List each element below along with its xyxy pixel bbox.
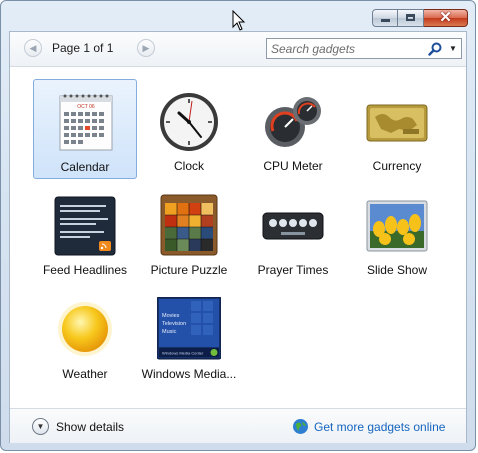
gadget-label: Prayer Times (257, 263, 329, 277)
clock-icon (160, 93, 218, 151)
calendar-icon: OCT 06 (59, 94, 113, 151)
globe-icon[interactable] (292, 418, 309, 435)
maximize-button[interactable] (398, 9, 424, 27)
maximize-icon (406, 14, 415, 21)
gadget-gallery-window: ✕ ◀ Page 1 of 1 ▶ ▼ (0, 0, 476, 451)
search-icon[interactable] (427, 41, 443, 57)
picture-puzzle-icon (160, 194, 218, 256)
get-more-gadgets-link[interactable]: Get more gadgets online (314, 420, 445, 434)
minimize-icon (381, 19, 390, 22)
gadget-windows-media[interactable]: Movies Television Music Windows Media Ce… (137, 287, 241, 387)
gadget-currency[interactable]: Currency (345, 79, 449, 179)
gadget-label: CPU Meter (263, 159, 323, 173)
gadget-label: Calendar (60, 160, 110, 174)
next-page-button[interactable]: ▶ (137, 39, 155, 57)
weather-icon (58, 302, 112, 356)
search-input[interactable] (271, 40, 421, 57)
gadget-label: Feed Headlines (42, 263, 128, 277)
media-line-movies: Movies (162, 313, 180, 319)
gadget-label: Currency (372, 159, 422, 173)
prayer-times-icon (262, 212, 324, 240)
media-footer-text: Windows Media Center (162, 351, 204, 356)
minimize-button[interactable] (372, 9, 398, 27)
close-button[interactable]: ✕ (424, 9, 468, 27)
media-line-television: Television (162, 321, 186, 327)
cpu-meter-icon (265, 97, 321, 147)
search-box: ▼ (266, 38, 462, 59)
media-line-music: Music (162, 329, 177, 335)
gadget-prayer-times[interactable]: Prayer Times (241, 183, 345, 283)
show-details-button[interactable]: ▼ (32, 418, 49, 435)
page-indicator: Page 1 of 1 (52, 41, 114, 55)
chevron-down-icon: ▼ (449, 44, 457, 53)
chevron-right-icon: ▶ (142, 43, 150, 53)
previous-page-button[interactable]: ◀ (24, 39, 42, 57)
chevron-left-icon: ◀ (29, 43, 37, 53)
currency-icon (366, 104, 428, 142)
calendar-month-text: OCT 06 (77, 104, 95, 110)
mouse-cursor-icon (232, 10, 246, 31)
slide-show-icon (366, 200, 428, 252)
gadget-weather[interactable]: Weather (33, 287, 137, 387)
gadget-label: Weather (62, 367, 108, 381)
show-details-label[interactable]: Show details (56, 420, 124, 434)
gadget-label: Picture Puzzle (150, 263, 228, 277)
windows-media-icon: Movies Television Music Windows Media Ce… (157, 297, 221, 360)
gadget-label: Slide Show (366, 263, 428, 277)
close-icon: ✕ (439, 9, 452, 26)
gadget-cpu-meter[interactable]: CPU Meter (241, 79, 345, 179)
gadget-label: Clock (173, 159, 204, 173)
gadget-feed-headlines[interactable]: Feed Headlines (33, 183, 137, 283)
search-dropdown-button[interactable]: ▼ (447, 41, 459, 57)
window-caption-buttons: ✕ (372, 9, 468, 27)
gallery-content: ◀ Page 1 of 1 ▶ ▼ (9, 31, 467, 443)
gadget-label: Windows Media... (141, 367, 237, 381)
gadget-calendar[interactable]: OCT 06 Calendar (33, 79, 137, 179)
gallery-toolbar: ◀ Page 1 of 1 ▶ ▼ (10, 32, 466, 67)
feed-headlines-icon (54, 196, 116, 256)
gadget-clock[interactable]: Clock (137, 79, 241, 179)
gallery-footer: ▼ Show details Get more gadgets online (10, 408, 466, 443)
gadget-picture-puzzle[interactable]: Picture Puzzle (137, 183, 241, 283)
gadget-slide-show[interactable]: Slide Show (345, 183, 449, 283)
chevron-down-icon: ▼ (36, 422, 45, 431)
